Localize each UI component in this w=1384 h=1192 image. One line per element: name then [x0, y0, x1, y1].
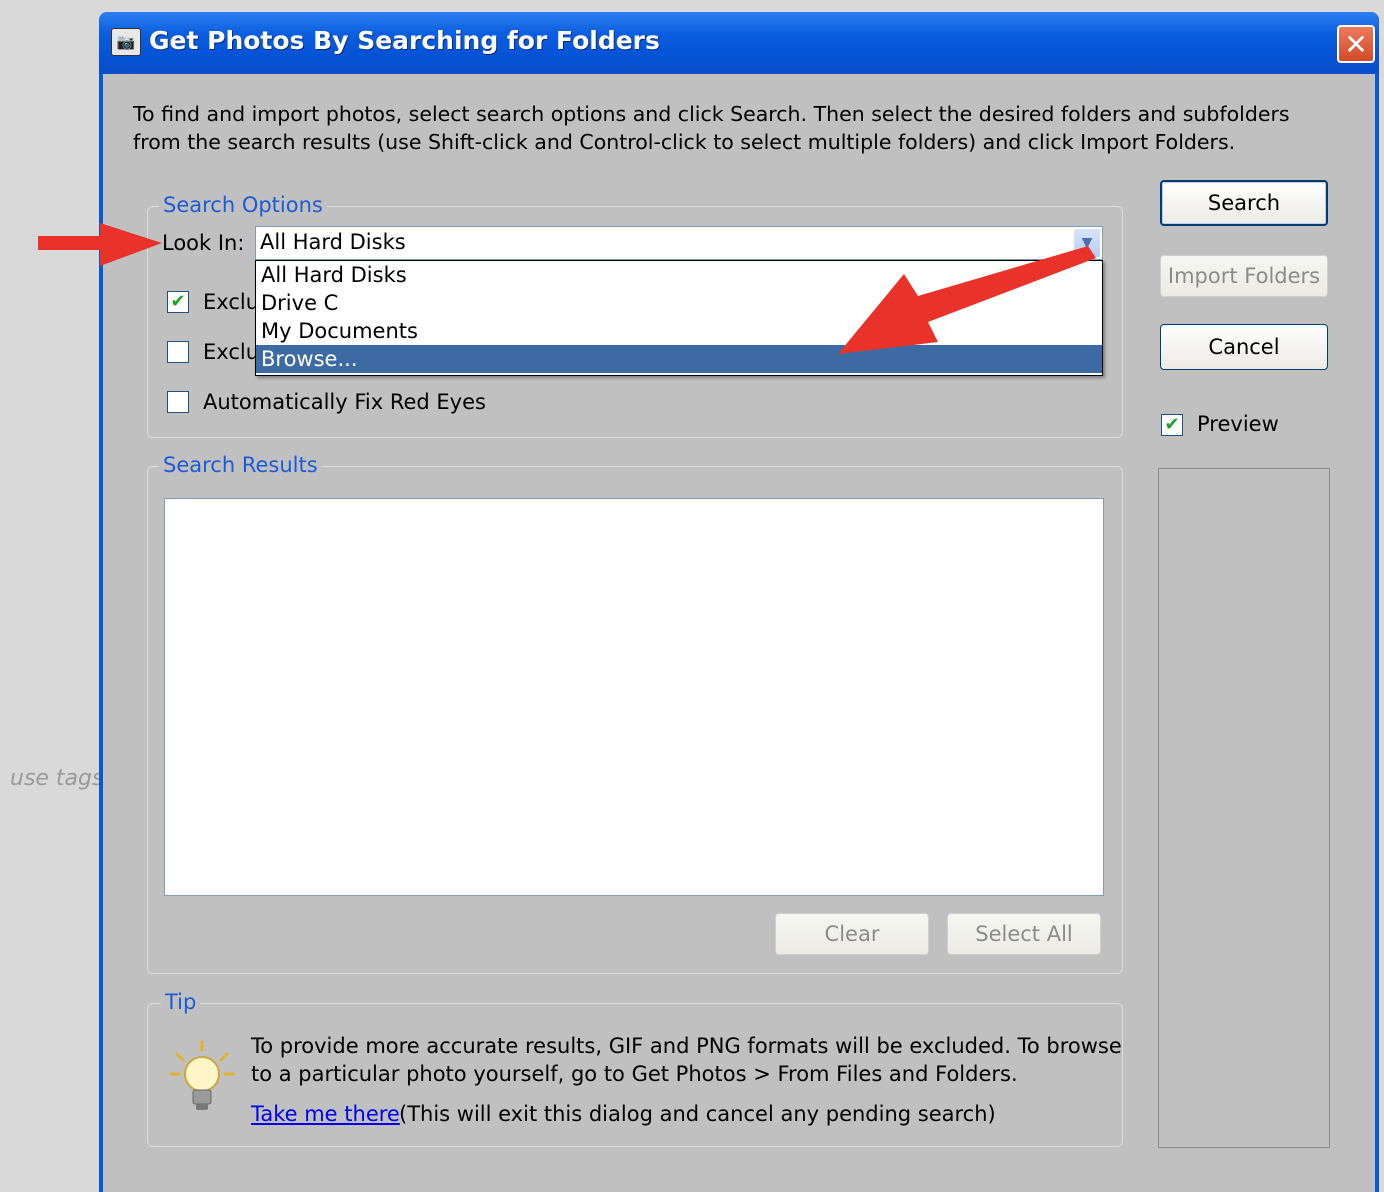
dropdown-item-all-hard-disks[interactable]: All Hard Disks: [256, 261, 1102, 289]
select-all-button[interactable]: Select All: [947, 913, 1101, 955]
cancel-button[interactable]: Cancel: [1160, 324, 1328, 370]
camera-icon: 📷: [111, 28, 141, 56]
dropdown-item-drive-c[interactable]: Drive C: [256, 289, 1102, 317]
title-bar[interactable]: 📷 Get Photos By Searching for Folders ✕: [99, 12, 1379, 74]
tip-legend: Tip: [161, 990, 201, 1014]
tip-text: To provide more accurate results, GIF an…: [251, 1034, 1122, 1086]
look-in-dropdown-list: All Hard Disks Drive C My Documents Brow…: [255, 260, 1103, 376]
exclude-checkbox-1[interactable]: ✔: [167, 291, 189, 313]
clear-button[interactable]: Clear: [775, 913, 929, 955]
dialog-body: To find and import photos, select search…: [103, 74, 1375, 1192]
search-button[interactable]: Search: [1160, 180, 1328, 226]
exclude-label-2: Exclu: [203, 340, 260, 364]
preview-panel: [1158, 468, 1330, 1148]
search-options-legend: Search Options: [159, 193, 327, 217]
dialog-window: 📷 Get Photos By Searching for Folders ✕ …: [99, 12, 1379, 1192]
tip-note: (This will exit this dialog and cancel a…: [399, 1102, 996, 1126]
look-in-label: Look In:: [162, 231, 245, 255]
fix-red-eyes-checkbox[interactable]: [167, 391, 189, 413]
import-folders-button[interactable]: Import Folders: [1160, 255, 1328, 297]
window-title: Get Photos By Searching for Folders: [149, 26, 660, 55]
preview-checkbox[interactable]: ✔: [1161, 414, 1183, 436]
exclude-label-1: Exclu: [203, 290, 260, 314]
close-button[interactable]: ✕: [1337, 25, 1375, 63]
dropdown-item-browse[interactable]: Browse...: [256, 345, 1102, 373]
take-me-there-link[interactable]: Take me there: [251, 1102, 400, 1126]
chevron-down-icon[interactable]: ▼: [1074, 229, 1100, 257]
lightbulb-icon: [169, 1040, 235, 1110]
background-text: use tags: [10, 766, 100, 791]
search-results-list[interactable]: [164, 498, 1104, 896]
look-in-combobox[interactable]: All Hard Disks ▼: [255, 226, 1103, 260]
look-in-value: All Hard Disks: [260, 230, 406, 254]
fix-red-eyes-label: Automatically Fix Red Eyes: [203, 390, 486, 414]
dropdown-item-my-documents[interactable]: My Documents: [256, 317, 1102, 345]
preview-label: Preview: [1197, 412, 1279, 436]
instructions-text: To find and import photos, select search…: [133, 102, 1290, 154]
exclude-checkbox-2[interactable]: [167, 341, 189, 363]
search-results-legend: Search Results: [159, 453, 322, 477]
